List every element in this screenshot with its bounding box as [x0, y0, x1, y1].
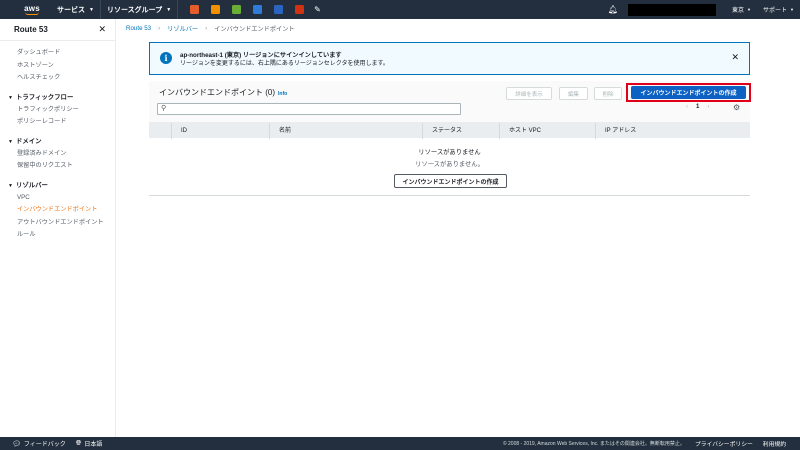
sidebar-section-label: トラフィックフロー [15, 93, 74, 101]
top-navigation: aws サービス ▼ リソースグループ ▼ ✎ 🔔︎ 東京 ▼ サポート ▼ [0, 0, 800, 19]
column-header-status[interactable]: ステータス [422, 123, 462, 139]
terms-link[interactable]: 利用規約 [763, 439, 786, 448]
empty-state-body: リソースがありません。 [415, 161, 484, 168]
services-menu[interactable]: サービス ▼ [51, 0, 101, 19]
inbound-endpoints-table: インバウンドエンドポイント (0) Info 詳細を表示 編集 削除 インバウンド… [149, 81, 751, 196]
chevron-down-icon: ▼ [747, 7, 752, 12]
delete-button[interactable]: 削除 [594, 87, 622, 100]
account-menu[interactable] [628, 3, 717, 16]
pinned-services [184, 5, 310, 14]
sidebar-item[interactable]: ダッシュボード [0, 47, 115, 60]
caret-down-icon: ▼ [8, 182, 13, 189]
edit-button[interactable]: 編集 [559, 87, 588, 100]
create-inbound-endpoint-button[interactable]: インバウンドエンドポイントの作成 [631, 86, 746, 99]
sidebar: Route 53 ✕ ダッシュボード ホストゾーン ヘルスチェック ▼ トラフィックフロ… [0, 19, 116, 437]
language-label: 日本語 [84, 442, 103, 448]
service-icon-1[interactable] [190, 5, 200, 14]
feedback-label: フィードバック [23, 442, 66, 448]
close-icon[interactable]: ✕ [98, 24, 106, 35]
speech-bubble-icon: 💬︎ [12, 440, 21, 448]
column-header-id[interactable]: ID [171, 123, 187, 139]
sidebar-item[interactable]: ホストゾーン [0, 60, 115, 73]
view-details-button[interactable]: 詳細を表示 [506, 87, 552, 100]
sidebar-section-header[interactable]: ▼ ドメイン [0, 135, 115, 148]
sidebar-item[interactable]: VPC [0, 192, 115, 205]
resource-groups-menu[interactable]: リソースグループ ▼ [101, 0, 179, 19]
aws-logo-text: aws [24, 3, 40, 13]
chevron-down-icon: ▼ [166, 6, 172, 13]
page-number[interactable]: 1 [696, 104, 699, 110]
region-label: 東京 [732, 8, 745, 14]
copyright-text: © 2008 - 2019, Amazon Web Services, Inc.… [502, 441, 685, 447]
table-title: インバウンドエンドポイント (0) [159, 88, 275, 97]
chevron-right-icon: › [158, 24, 161, 32]
services-label: サービス [57, 6, 85, 14]
support-menu[interactable]: サポート ▼ [757, 5, 800, 14]
create-highlight: インバウンドエンドポイントの作成 [626, 83, 751, 102]
caret-down-icon: ▼ [8, 94, 13, 101]
bell-icon[interactable]: 🔔︎ [608, 5, 618, 14]
resource-groups-label: リソースグループ [106, 6, 163, 14]
feedback-link[interactable]: 💬︎ フィードバック [12, 439, 66, 449]
chevron-down-icon: ▼ [790, 7, 794, 12]
sidebar-section-label: リゾルバー [15, 181, 48, 189]
sidebar-item[interactable]: ルール [0, 229, 115, 242]
sidebar-section-label: ドメイン [15, 137, 42, 145]
region-info-alert: i ap-northeast-1 (東京) リージョンにサインインしています リ… [149, 42, 750, 75]
column-header-host-vpc[interactable]: ホスト VPC [499, 123, 541, 139]
globe-icon: 🌐︎ [75, 439, 82, 447]
service-icon-6[interactable] [295, 5, 305, 14]
pin-icon[interactable]: ✎ [314, 5, 321, 14]
service-icon-2[interactable] [211, 5, 221, 14]
sidebar-item[interactable]: 保留中のリクエスト [0, 160, 115, 173]
privacy-policy-link[interactable]: プライバシーポリシー [695, 439, 753, 448]
empty-state-title: リソースがありません [418, 149, 481, 156]
footer: 💬︎ フィードバック 🌐︎ 日本語 © 2008 - 2019, Amazon … [0, 437, 800, 450]
chevron-down-icon: ▼ [89, 6, 94, 13]
sidebar-item[interactable]: 登録済みドメイン [0, 148, 115, 161]
region-selector[interactable]: 東京 ▼ [726, 5, 757, 14]
alert-body: リージョンを変更するには、右上隅にあるリージョンセレクタを使用します。 [180, 61, 389, 67]
info-icon: i [160, 52, 172, 64]
table-header: ID 名前 ステータス ホスト VPC IP アドレス [149, 122, 750, 139]
sidebar-section-header[interactable]: ▼ リゾルバー [0, 179, 115, 192]
pagination: ‹ 1 › [686, 104, 709, 110]
search-input[interactable]: ⚲ [157, 103, 461, 115]
chevron-left-icon[interactable]: ‹ [686, 104, 688, 110]
sidebar-item-active[interactable]: インバウンドエンドポイント [0, 204, 115, 217]
sidebar-section-header[interactable]: ▼ トラフィックフロー [0, 91, 115, 104]
sidebar-item[interactable]: ポリシーレコード [0, 116, 115, 129]
service-icon-3[interactable] [232, 5, 242, 14]
console-page: aws サービス ▼ リソースグループ ▼ ✎ 🔔︎ 東京 ▼ サポート ▼ Route… [0, 0, 800, 450]
info-link[interactable]: Info [278, 91, 287, 97]
service-icon-4[interactable] [253, 5, 263, 14]
alert-title: ap-northeast-1 (東京) リージョンにサインインしています [180, 52, 342, 59]
aws-logo[interactable]: aws [13, 0, 51, 19]
breadcrumb-current: インバウンドエンドポイント [214, 25, 295, 33]
sidebar-item[interactable]: ヘルスチェック [0, 72, 115, 85]
gear-icon[interactable]: ⚙ [733, 103, 740, 112]
caret-down-icon: ▼ [8, 138, 13, 145]
close-icon[interactable]: ✕ [731, 52, 739, 63]
search-icon: ⚲ [161, 105, 167, 112]
language-selector[interactable]: 🌐︎ 日本語 [75, 439, 103, 449]
chevron-right-icon: › [205, 24, 208, 32]
sidebar-item[interactable]: アウトバウンドエンドポイント [0, 217, 115, 230]
empty-state-create-button[interactable]: インバウンドエンドポイントの作成 [394, 174, 507, 188]
column-header-ip-address[interactable]: IP アドレス [595, 123, 636, 139]
breadcrumb-parent[interactable]: リゾルバー [167, 24, 198, 33]
column-header-name[interactable]: 名前 [269, 123, 291, 139]
aws-smile-icon [25, 12, 39, 15]
sidebar-title: Route 53 [14, 25, 48, 34]
sidebar-item[interactable]: トラフィックポリシー [0, 104, 115, 117]
chevron-right-icon[interactable]: › [707, 104, 709, 110]
breadcrumb: Route 53 › リゾルバー › インバウンドエンドポイント [126, 23, 295, 33]
breadcrumb-root[interactable]: Route 53 [126, 25, 151, 32]
support-label: サポート [763, 8, 788, 14]
service-icon-5[interactable] [274, 5, 284, 14]
